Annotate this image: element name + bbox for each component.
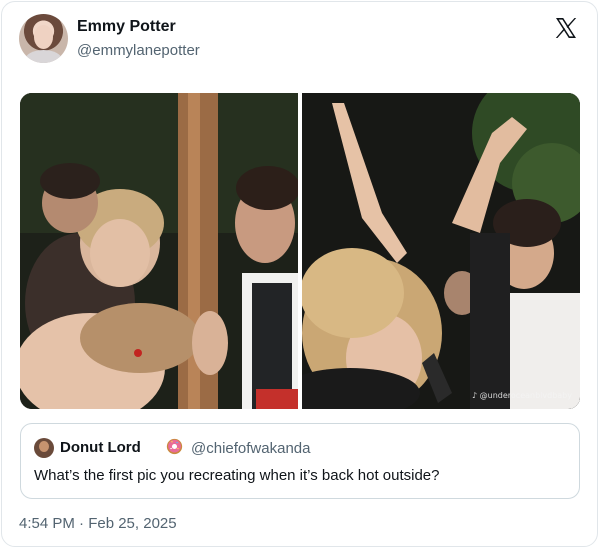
quoted-author-display-name[interactable]: Donut Lord (60, 439, 141, 456)
post-timestamp[interactable]: 4:54 PM · Feb 25, 2025 (19, 515, 177, 532)
quoted-author-avatar[interactable] (34, 438, 54, 458)
party-photo-right[interactable]: ♪ @underoceanblvdbaby (302, 93, 580, 409)
x-logo-icon[interactable] (554, 16, 578, 40)
author-avatar[interactable] (19, 14, 68, 63)
doughnut-icon (166, 438, 183, 455)
post-media[interactable]: ♪ @underoceanblvdbaby (20, 93, 580, 409)
party-photo-left[interactable] (20, 93, 298, 409)
author-display-name[interactable]: Emmy Potter (77, 18, 176, 36)
quoted-post-text: What’s the first pic you recreating when… (34, 467, 440, 484)
quoted-post[interactable]: Donut Lord @chiefofwakanda What’s the fi… (20, 423, 580, 499)
author-handle[interactable]: @emmylanepotter (77, 42, 200, 59)
quoted-author-handle[interactable]: @chiefofwakanda (191, 440, 310, 457)
tiktok-watermark: ♪ @underoceanblvdbaby (472, 391, 572, 400)
